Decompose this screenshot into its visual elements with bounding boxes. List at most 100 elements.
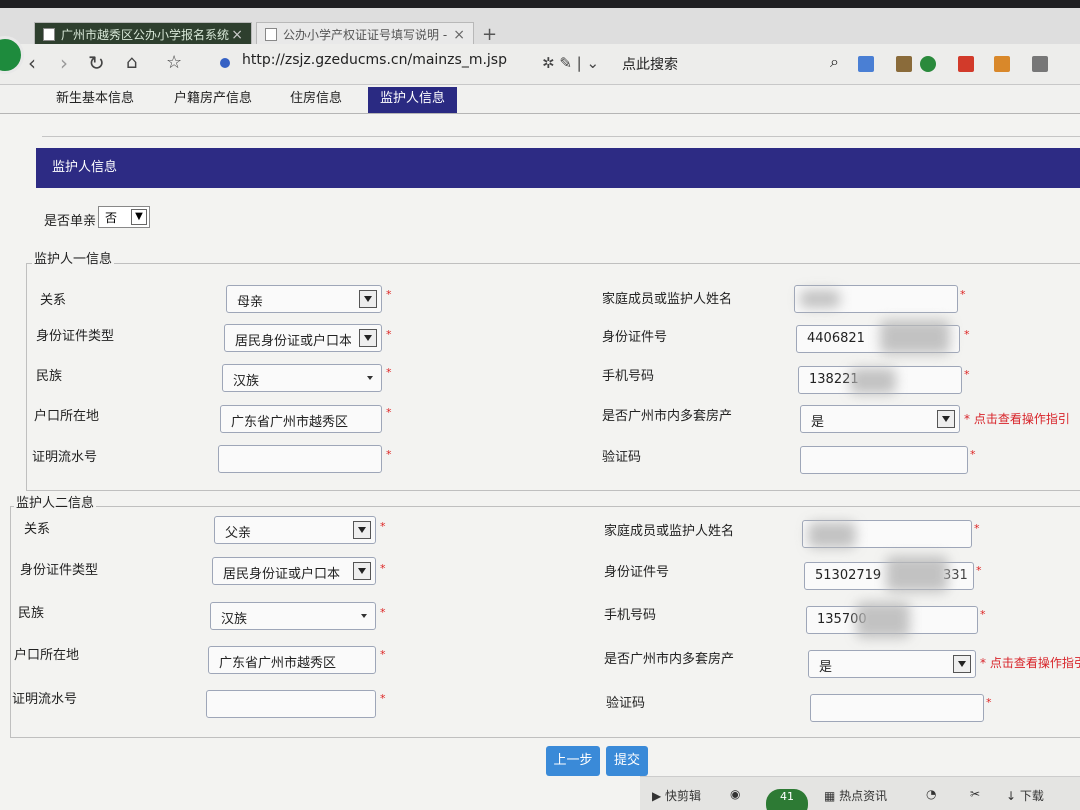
captcha-input[interactable] xyxy=(800,446,968,474)
search-box[interactable]: 点此搜索 xyxy=(622,54,678,74)
play-icon[interactable]: ◉ xyxy=(730,787,740,801)
input-value: 广东省广州市越秀区 xyxy=(219,656,337,671)
ethnicity-label: 民族 xyxy=(18,606,45,621)
serial-input[interactable] xyxy=(218,445,382,473)
hukou-input[interactable]: 广东省广州市越秀区 xyxy=(208,646,376,674)
browser-tab[interactable]: 公办小学产权证证号填写说明 - × xyxy=(256,22,474,46)
input-value: 51302719 xyxy=(815,568,882,583)
browser-tab-active[interactable]: 广州市越秀区公办小学报名系统 × xyxy=(34,22,252,46)
search-icon[interactable]: ⌕ xyxy=(830,52,839,72)
new-tab-button[interactable]: + xyxy=(482,24,497,45)
ethnicity-select[interactable]: 汉族 xyxy=(222,364,382,392)
apps-icon[interactable] xyxy=(858,56,874,72)
select-value: 否 xyxy=(105,211,118,225)
page-icon xyxy=(43,28,55,41)
redaction xyxy=(880,320,950,354)
ethnicity-select[interactable]: 汉族 xyxy=(210,602,376,630)
required-mark: * xyxy=(960,288,966,301)
download-label: 下载 xyxy=(1019,789,1044,803)
required-mark: * xyxy=(386,448,392,461)
star-icon[interactable]: ☆ xyxy=(166,52,182,74)
pdf-icon[interactable] xyxy=(958,56,974,72)
required-mark: * xyxy=(976,564,982,577)
captcha-label: 验证码 xyxy=(606,696,646,711)
relation-label: 关系 xyxy=(24,522,51,537)
tab-label: 广州市越秀区公办小学报名系统 xyxy=(61,28,230,42)
book-icon[interactable] xyxy=(896,56,912,72)
id-type-select[interactable]: 居民身份证或户口本 xyxy=(224,324,382,352)
captcha-input[interactable] xyxy=(810,694,984,722)
guide-link[interactable]: * 点击查看操作指引 xyxy=(980,654,1080,671)
select-value: 是 xyxy=(811,415,825,430)
id-type-select[interactable]: 居民身份证或户口本 xyxy=(212,557,376,585)
tab-guardian[interactable]: 监护人信息 xyxy=(368,87,458,113)
section-title: 监护人信息 xyxy=(36,148,1080,188)
browser-nav-bar: ‹ › ↻ ⌂ ☆ http://zsjz.gzeducms.cn/mainzs… xyxy=(0,44,1080,85)
input-value: 4406821 xyxy=(807,331,865,346)
screen: 广州市越秀区公办小学报名系统 × 公办小学产权证证号填写说明 - × + ‹ ›… xyxy=(0,8,1080,810)
chevron-down-icon xyxy=(937,410,955,428)
phone-label: 手机号码 xyxy=(604,608,657,623)
speed-icon[interactable]: ◔ xyxy=(926,787,936,801)
serial-label: 证明流水号 xyxy=(32,450,98,465)
chevron-down-icon xyxy=(361,614,367,618)
compat-mode-icon[interactable]: ✲ ✎ | ⌄ xyxy=(542,54,599,72)
secure-icon xyxy=(220,58,230,68)
tab-hukou-property[interactable]: 户籍房产信息 xyxy=(174,87,252,113)
news-tool[interactable]: ▦ 热点资讯 xyxy=(824,787,887,804)
redaction xyxy=(850,368,896,394)
single-parent-label: 是否单亲 xyxy=(44,214,97,229)
relation-select[interactable]: 母亲 xyxy=(226,285,382,313)
clip-label: 快剪辑 xyxy=(665,789,702,803)
guide-link[interactable]: * 点击查看操作指引 xyxy=(964,410,1070,427)
required-mark: * xyxy=(380,648,386,661)
previous-step-button[interactable]: 上一步 xyxy=(546,746,600,776)
notification-badge[interactable]: 41 xyxy=(766,789,808,810)
select-value: 居民身份证或户口本 xyxy=(235,334,351,349)
ethnicity-label: 民族 xyxy=(36,369,63,384)
chevron-down-icon xyxy=(359,290,377,308)
input-value: 广东省广州市越秀区 xyxy=(231,415,349,430)
shield-icon[interactable] xyxy=(920,56,936,72)
chevron-down-icon xyxy=(953,655,971,673)
required-mark: * xyxy=(980,608,986,621)
news-label: 热点资讯 xyxy=(839,789,888,803)
single-parent-select[interactable]: 否 ▼ xyxy=(98,206,150,228)
hukou-input[interactable]: 广东省广州市越秀区 xyxy=(220,405,382,433)
reload-icon[interactable]: ↻ xyxy=(88,52,105,74)
chevron-down-icon: ▼ xyxy=(131,209,147,225)
guardian-name-label: 家庭成员或监护人姓名 xyxy=(602,292,733,307)
game-icon[interactable] xyxy=(1032,56,1048,72)
multi-property-select[interactable]: 是 xyxy=(800,405,960,433)
multi-property-label: 是否广州市内多套房产 xyxy=(602,409,733,424)
page-tab-bar: 新生基本信息 户籍房产信息 住房信息 监护人信息 xyxy=(0,85,1080,114)
page-icon xyxy=(265,28,277,41)
tab-housing[interactable]: 住房信息 xyxy=(290,87,342,113)
relation-select[interactable]: 父亲 xyxy=(214,516,376,544)
clip-tool[interactable]: ▶ 快剪辑 xyxy=(652,787,701,804)
required-mark: * xyxy=(974,522,980,535)
required-mark: * xyxy=(986,696,992,709)
captcha-label: 验证码 xyxy=(602,450,642,465)
submit-button[interactable]: 提交 xyxy=(606,746,648,776)
select-value: 汉族 xyxy=(221,612,248,627)
serial-input[interactable] xyxy=(206,690,376,718)
divider xyxy=(42,136,1080,137)
required-mark: * xyxy=(386,328,392,341)
cleanup-icon[interactable]: ✂ xyxy=(970,787,980,801)
select-value: 汉族 xyxy=(233,374,260,389)
chevron-down-icon xyxy=(359,329,377,347)
translate-icon[interactable] xyxy=(994,56,1010,72)
chevron-down-icon xyxy=(367,376,373,380)
download-tool[interactable]: ↓ 下载 xyxy=(1006,787,1044,804)
multi-property-label: 是否广州市内多套房产 xyxy=(604,652,735,667)
redaction xyxy=(808,522,856,548)
forward-icon[interactable]: › xyxy=(60,52,68,74)
select-value: 是 xyxy=(819,660,833,675)
tab-student-info[interactable]: 新生基本信息 xyxy=(56,87,134,113)
home-icon[interactable]: ⌂ xyxy=(126,52,137,74)
url-text: http://zsjz.gzeducms.cn/mainzs_m.jsp xyxy=(242,52,507,68)
back-icon[interactable]: ‹ xyxy=(28,52,36,74)
multi-property-select[interactable]: 是 xyxy=(808,650,976,678)
required-mark: * xyxy=(964,412,970,426)
